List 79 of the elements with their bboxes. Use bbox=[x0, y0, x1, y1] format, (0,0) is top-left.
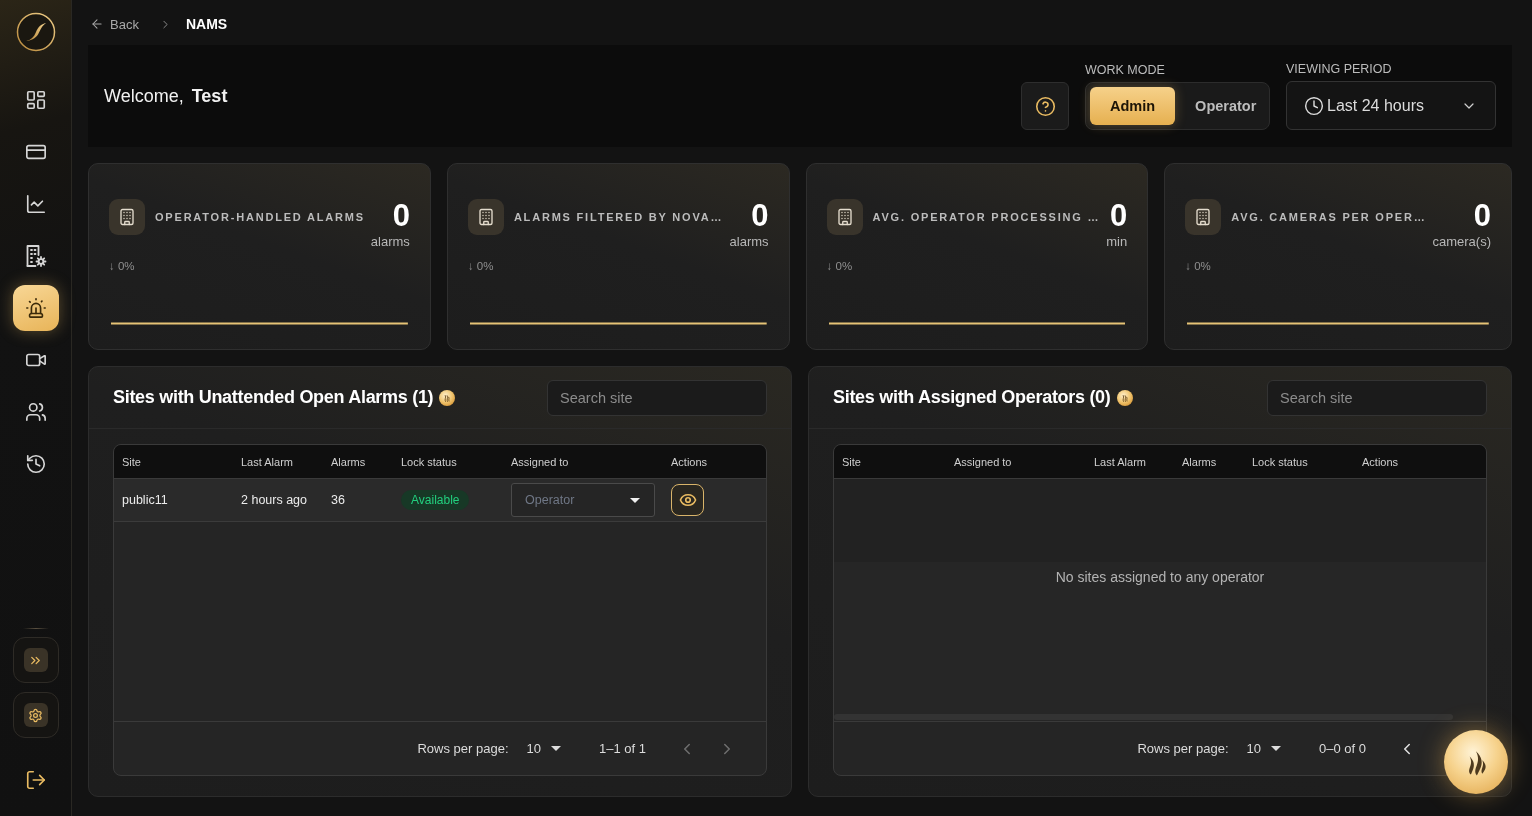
chevrons-right-icon bbox=[23, 648, 48, 672]
building-gear-icon bbox=[24, 245, 47, 267]
stat-unit: min bbox=[1106, 234, 1128, 250]
table-cell-text: 36 bbox=[331, 493, 346, 507]
search-field[interactable]: Search site bbox=[547, 379, 767, 416]
rows-per-page-select[interactable]: 10 bbox=[526, 741, 561, 756]
column-header: Lock status bbox=[1252, 455, 1309, 468]
history-icon bbox=[24, 453, 47, 475]
panel-title: Sites with Unattended Open Alarms (1) bbox=[113, 387, 434, 408]
stat-title: AVG. OPERATOR PROCESSING … bbox=[872, 210, 1101, 225]
stat-change: ↓ 0% bbox=[109, 259, 135, 273]
view-button[interactable] bbox=[671, 484, 704, 516]
logout-icon bbox=[24, 769, 47, 791]
work-mode-option[interactable]: Operator bbox=[1175, 87, 1277, 125]
logo-icon bbox=[15, 12, 56, 52]
sidebar-button[interactable] bbox=[12, 285, 59, 331]
stat-change: ↓ 0% bbox=[467, 259, 494, 273]
eye-icon bbox=[678, 491, 697, 509]
building-icon bbox=[826, 199, 863, 235]
rows-per-page-label: Rows per page: bbox=[1137, 741, 1229, 756]
logout-button[interactable] bbox=[24, 769, 47, 791]
column-header: Site bbox=[842, 455, 862, 468]
stat-change: ↓ 0% bbox=[1185, 259, 1211, 273]
caret-icon bbox=[630, 497, 640, 503]
clock-icon bbox=[1304, 95, 1324, 116]
siren-icon bbox=[24, 297, 47, 319]
stat-value: 0 bbox=[1473, 199, 1491, 233]
column-header: Assigned to bbox=[954, 455, 1013, 468]
stat-value: 0 bbox=[751, 199, 769, 233]
dashboard-icon bbox=[24, 89, 47, 111]
rows-per-page-label: Rows per page: bbox=[417, 741, 509, 756]
rows-per-page-select[interactable]: 10 bbox=[1246, 741, 1281, 756]
column-header: Alarms bbox=[331, 455, 367, 468]
column-header: Last Alarm bbox=[241, 455, 294, 468]
stat-title: AVG. CAMERAS PER OPER… bbox=[1231, 210, 1427, 225]
welcome-text: Welcome, Test bbox=[104, 85, 228, 107]
back-link[interactable]: Back bbox=[90, 16, 139, 32]
caret-icon bbox=[551, 746, 561, 751]
viewing-period-select[interactable]: Last 24 hours bbox=[1286, 81, 1496, 130]
column-header: Last Alarm bbox=[1094, 455, 1147, 468]
stat-unit: alarms bbox=[729, 234, 769, 250]
column-header: Actions bbox=[671, 455, 709, 468]
help-button[interactable] bbox=[1021, 82, 1069, 130]
page-range: 0–0 of 0 bbox=[1319, 741, 1366, 756]
settings-button[interactable] bbox=[12, 692, 59, 738]
users-icon bbox=[24, 401, 47, 423]
building-icon bbox=[467, 199, 504, 235]
flame-icon bbox=[1116, 389, 1133, 406]
stat-change: ↓ 0% bbox=[826, 259, 853, 273]
building-icon bbox=[109, 199, 145, 235]
help-icon bbox=[1034, 95, 1056, 117]
building-icon bbox=[1185, 199, 1222, 235]
breadcrumb-current: NAMS bbox=[185, 16, 228, 32]
page-range: 1–1 of 1 bbox=[599, 741, 646, 756]
settings-icon bbox=[23, 703, 48, 727]
stat-value: 0 bbox=[392, 199, 410, 233]
stat-unit: alarms bbox=[370, 234, 410, 250]
horizontal-scrollbar[interactable] bbox=[834, 714, 1454, 720]
column-header: Assigned to bbox=[511, 455, 570, 468]
caret-icon bbox=[1271, 746, 1281, 751]
availability-status: Available bbox=[401, 490, 470, 510]
work-mode-label: WORK MODE bbox=[1085, 63, 1166, 77]
column-header: Alarms bbox=[1182, 455, 1218, 468]
column-header: Lock status bbox=[401, 455, 458, 468]
work-mode-option[interactable]: Admin bbox=[1090, 87, 1176, 125]
column-header: Site bbox=[122, 455, 142, 468]
viewing-period-label: VIEWING PERIOD bbox=[1286, 62, 1393, 76]
flame-icon bbox=[439, 389, 456, 406]
line-chart-icon bbox=[24, 193, 47, 215]
column-header: Actions bbox=[1362, 455, 1400, 468]
stat-title: OPERATOR-HANDLED ALARMS bbox=[155, 210, 365, 225]
panel-title: Sites with Assigned Operators (0) bbox=[833, 387, 1111, 408]
stat-value: 0 bbox=[1110, 199, 1128, 233]
empty-message: No sites assigned to any operator bbox=[1055, 569, 1265, 585]
stat-title: ALARMS FILTERED BY NOVA… bbox=[513, 210, 724, 225]
search-field[interactable]: Search site bbox=[1267, 379, 1487, 416]
table-cell-text: 2 hours ago bbox=[241, 493, 309, 507]
stat-unit: camera(s) bbox=[1432, 234, 1491, 250]
table-cell-text: public11 bbox=[122, 493, 169, 507]
